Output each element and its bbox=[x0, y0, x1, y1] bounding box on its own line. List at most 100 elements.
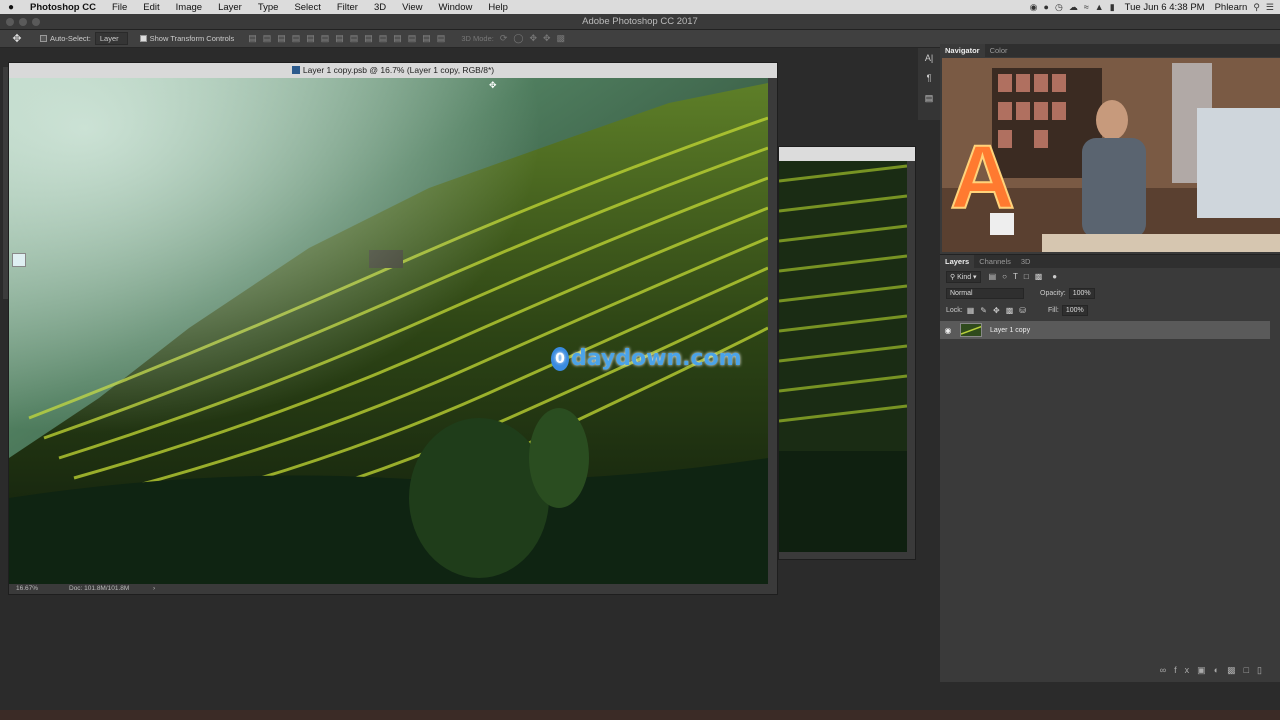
watermark-logo-icon: 0 bbox=[551, 346, 569, 371]
lock-label: Lock: bbox=[946, 307, 963, 314]
background-document-window[interactable] bbox=[778, 146, 916, 560]
lock-icons[interactable]: ▦✎✥▩⛁ bbox=[967, 306, 1032, 315]
filter-kind-select[interactable]: ⚲ Kind ▾ bbox=[946, 270, 981, 283]
layers-tabs: Layers Channels 3D bbox=[940, 255, 1280, 268]
tab-channels[interactable]: Channels bbox=[974, 255, 1016, 268]
minimize-icon[interactable] bbox=[19, 18, 27, 26]
menu-bar: ● Photoshop CC File Edit Image Layer Typ… bbox=[0, 0, 1280, 14]
volume-icon[interactable]: ▲ bbox=[1095, 2, 1104, 12]
doc-size[interactable]: Doc: 101.8M/101.8M bbox=[69, 584, 129, 594]
menu-type[interactable]: Type bbox=[250, 2, 287, 13]
fx-icon[interactable]: fx bbox=[1174, 665, 1197, 675]
wifi-icon[interactable]: ≈ bbox=[1084, 2, 1089, 12]
foreground-color-swatch[interactable] bbox=[12, 253, 26, 267]
auto-select-label: Auto-Select: bbox=[50, 34, 91, 43]
zoom-level[interactable]: 16.67% bbox=[16, 584, 38, 594]
trash-icon[interactable]: ▯ bbox=[1257, 665, 1270, 675]
document-title: Layer 1 copy.psb @ 16.7% (Layer 1 copy, … bbox=[302, 65, 495, 75]
menu-edit[interactable]: Edit bbox=[135, 2, 167, 13]
mask-icon[interactable]: ▣ bbox=[1197, 665, 1214, 675]
close-icon[interactable] bbox=[6, 18, 14, 26]
menu-file[interactable]: File bbox=[104, 2, 135, 13]
paragraph-panel-icon[interactable]: ¶ bbox=[918, 68, 940, 88]
background-document-tab[interactable] bbox=[779, 147, 915, 161]
window-titlebar: Adobe Photoshop CC 2017 bbox=[0, 14, 1280, 30]
tab-layers[interactable]: Layers bbox=[940, 255, 975, 268]
menu-image[interactable]: Image bbox=[168, 2, 210, 13]
background-canvas bbox=[779, 161, 907, 552]
fill-input[interactable]: 100% bbox=[1061, 305, 1088, 316]
zoom-icon[interactable] bbox=[32, 18, 40, 26]
filter-toggle-icon[interactable]: ● bbox=[1052, 272, 1057, 281]
collapsed-panels-column: A| ¶ ▤ bbox=[918, 48, 940, 120]
mode-3d-icons[interactable]: ⟳◯✥✥▩ bbox=[500, 33, 571, 44]
auto-select-checkbox[interactable] bbox=[40, 35, 47, 42]
lock-row: Lock: ▦✎✥▩⛁ Fill: 100% bbox=[940, 302, 1280, 319]
navigator-panel: Navigator Color A bbox=[940, 44, 1280, 254]
transform-controls-label: Show Transform Controls bbox=[149, 34, 235, 43]
tab-color[interactable]: Color bbox=[985, 44, 1013, 57]
psb-file-icon bbox=[291, 66, 300, 74]
battery-icon[interactable]: ▮ bbox=[1110, 2, 1115, 13]
rice-terraces-image bbox=[9, 78, 768, 585]
menu-3d[interactable]: 3D bbox=[366, 2, 394, 13]
list-icon[interactable]: ☰ bbox=[1266, 2, 1274, 13]
character-panel-icon[interactable]: A| bbox=[918, 48, 940, 68]
menu-layer[interactable]: Layer bbox=[210, 2, 250, 13]
timer-icon[interactable]: ◷ bbox=[1055, 2, 1063, 13]
layer-thumbnail-image bbox=[961, 324, 981, 336]
mode-3d-label: 3D Mode: bbox=[461, 34, 494, 43]
menu-window[interactable]: Window bbox=[431, 2, 481, 13]
blend-mode-select[interactable]: Normal bbox=[946, 288, 1024, 299]
dock-strip bbox=[0, 710, 1280, 720]
menu-filter[interactable]: Filter bbox=[329, 2, 366, 13]
status-menu-arrow-icon[interactable]: › bbox=[153, 584, 155, 594]
auto-select-target-select[interactable]: Layer bbox=[94, 32, 128, 45]
status-dot-icon[interactable]: ● bbox=[1044, 2, 1049, 12]
menu-help[interactable]: Help bbox=[480, 2, 516, 13]
layers-panel: Layers Channels 3D ⚲ Kind ▾ ▤○T□▩ ● Norm… bbox=[940, 254, 1280, 682]
apple-icon[interactable]: ● bbox=[0, 2, 22, 13]
move-cursor-icon: ✥ bbox=[489, 80, 497, 90]
navigator-tabs: Navigator Color bbox=[940, 44, 1280, 57]
search-icon: ⚲ bbox=[950, 273, 956, 281]
layer-thumbnail bbox=[960, 323, 982, 337]
layer-filter-row: ⚲ Kind ▾ ▤○T□▩ ● bbox=[940, 268, 1280, 285]
properties-panel-icon[interactable]: ▤ bbox=[918, 88, 940, 108]
new-layer-icon[interactable]: □ bbox=[1244, 665, 1257, 675]
watermark: 0 daydown.com bbox=[551, 346, 742, 371]
eye-icon[interactable]: ◉ bbox=[940, 326, 956, 335]
image-canvas[interactable] bbox=[9, 78, 768, 585]
window-controls[interactable] bbox=[6, 18, 40, 26]
layer-row[interactable]: ◉ Layer 1 copy bbox=[940, 321, 1270, 339]
folder-icon[interactable]: ▩ bbox=[1227, 665, 1244, 675]
document-tab[interactable]: Layer 1 copy.psb @ 16.7% (Layer 1 copy, … bbox=[9, 63, 777, 78]
align-icons[interactable]: ▤▤▤▤▤▤▤▤▤▤▤▤▤▤ bbox=[248, 33, 451, 44]
webcam-presenter-view: A bbox=[942, 58, 1280, 252]
menu-view[interactable]: View bbox=[394, 2, 430, 13]
watermark-text: daydown.com bbox=[571, 346, 742, 371]
link-icon[interactable]: ∞ bbox=[1160, 665, 1174, 675]
opacity-label: Opacity: bbox=[1040, 290, 1066, 297]
record-icon[interactable]: ◉ bbox=[1030, 2, 1038, 13]
fill-label: Fill: bbox=[1047, 307, 1059, 314]
menu-select[interactable]: Select bbox=[286, 2, 328, 13]
adjustment-icon[interactable]: ◐ bbox=[1214, 665, 1227, 675]
clock[interactable]: Tue Jun 6 4:38 PM bbox=[1121, 2, 1205, 13]
tab-navigator[interactable]: Navigator bbox=[940, 44, 985, 57]
opacity-input[interactable]: 100% bbox=[1068, 288, 1095, 299]
document-status-bar: 16.67% Doc: 101.8M/101.8M › bbox=[9, 584, 777, 594]
transform-controls-checkbox[interactable] bbox=[139, 35, 147, 42]
blend-mode-value: Normal bbox=[950, 290, 973, 297]
search-icon[interactable]: ⚲ bbox=[1253, 2, 1260, 13]
blend-row: Normal Opacity: 100% bbox=[940, 285, 1280, 302]
menu-app[interactable]: Photoshop CC bbox=[22, 2, 104, 13]
tab-3d[interactable]: 3D bbox=[1016, 255, 1036, 268]
presenter-video: A bbox=[942, 58, 1280, 252]
filter-type-icons[interactable]: ▤○T□▩ bbox=[989, 272, 1049, 281]
layer-name[interactable]: Layer 1 copy bbox=[990, 327, 1030, 334]
move-tool-icon[interactable]: ✥ bbox=[6, 32, 28, 45]
cloud-icon[interactable]: ☁ bbox=[1069, 2, 1078, 13]
window-title: Adobe Photoshop CC 2017 bbox=[582, 16, 698, 27]
user-name[interactable]: Phlearn bbox=[1211, 2, 1248, 13]
